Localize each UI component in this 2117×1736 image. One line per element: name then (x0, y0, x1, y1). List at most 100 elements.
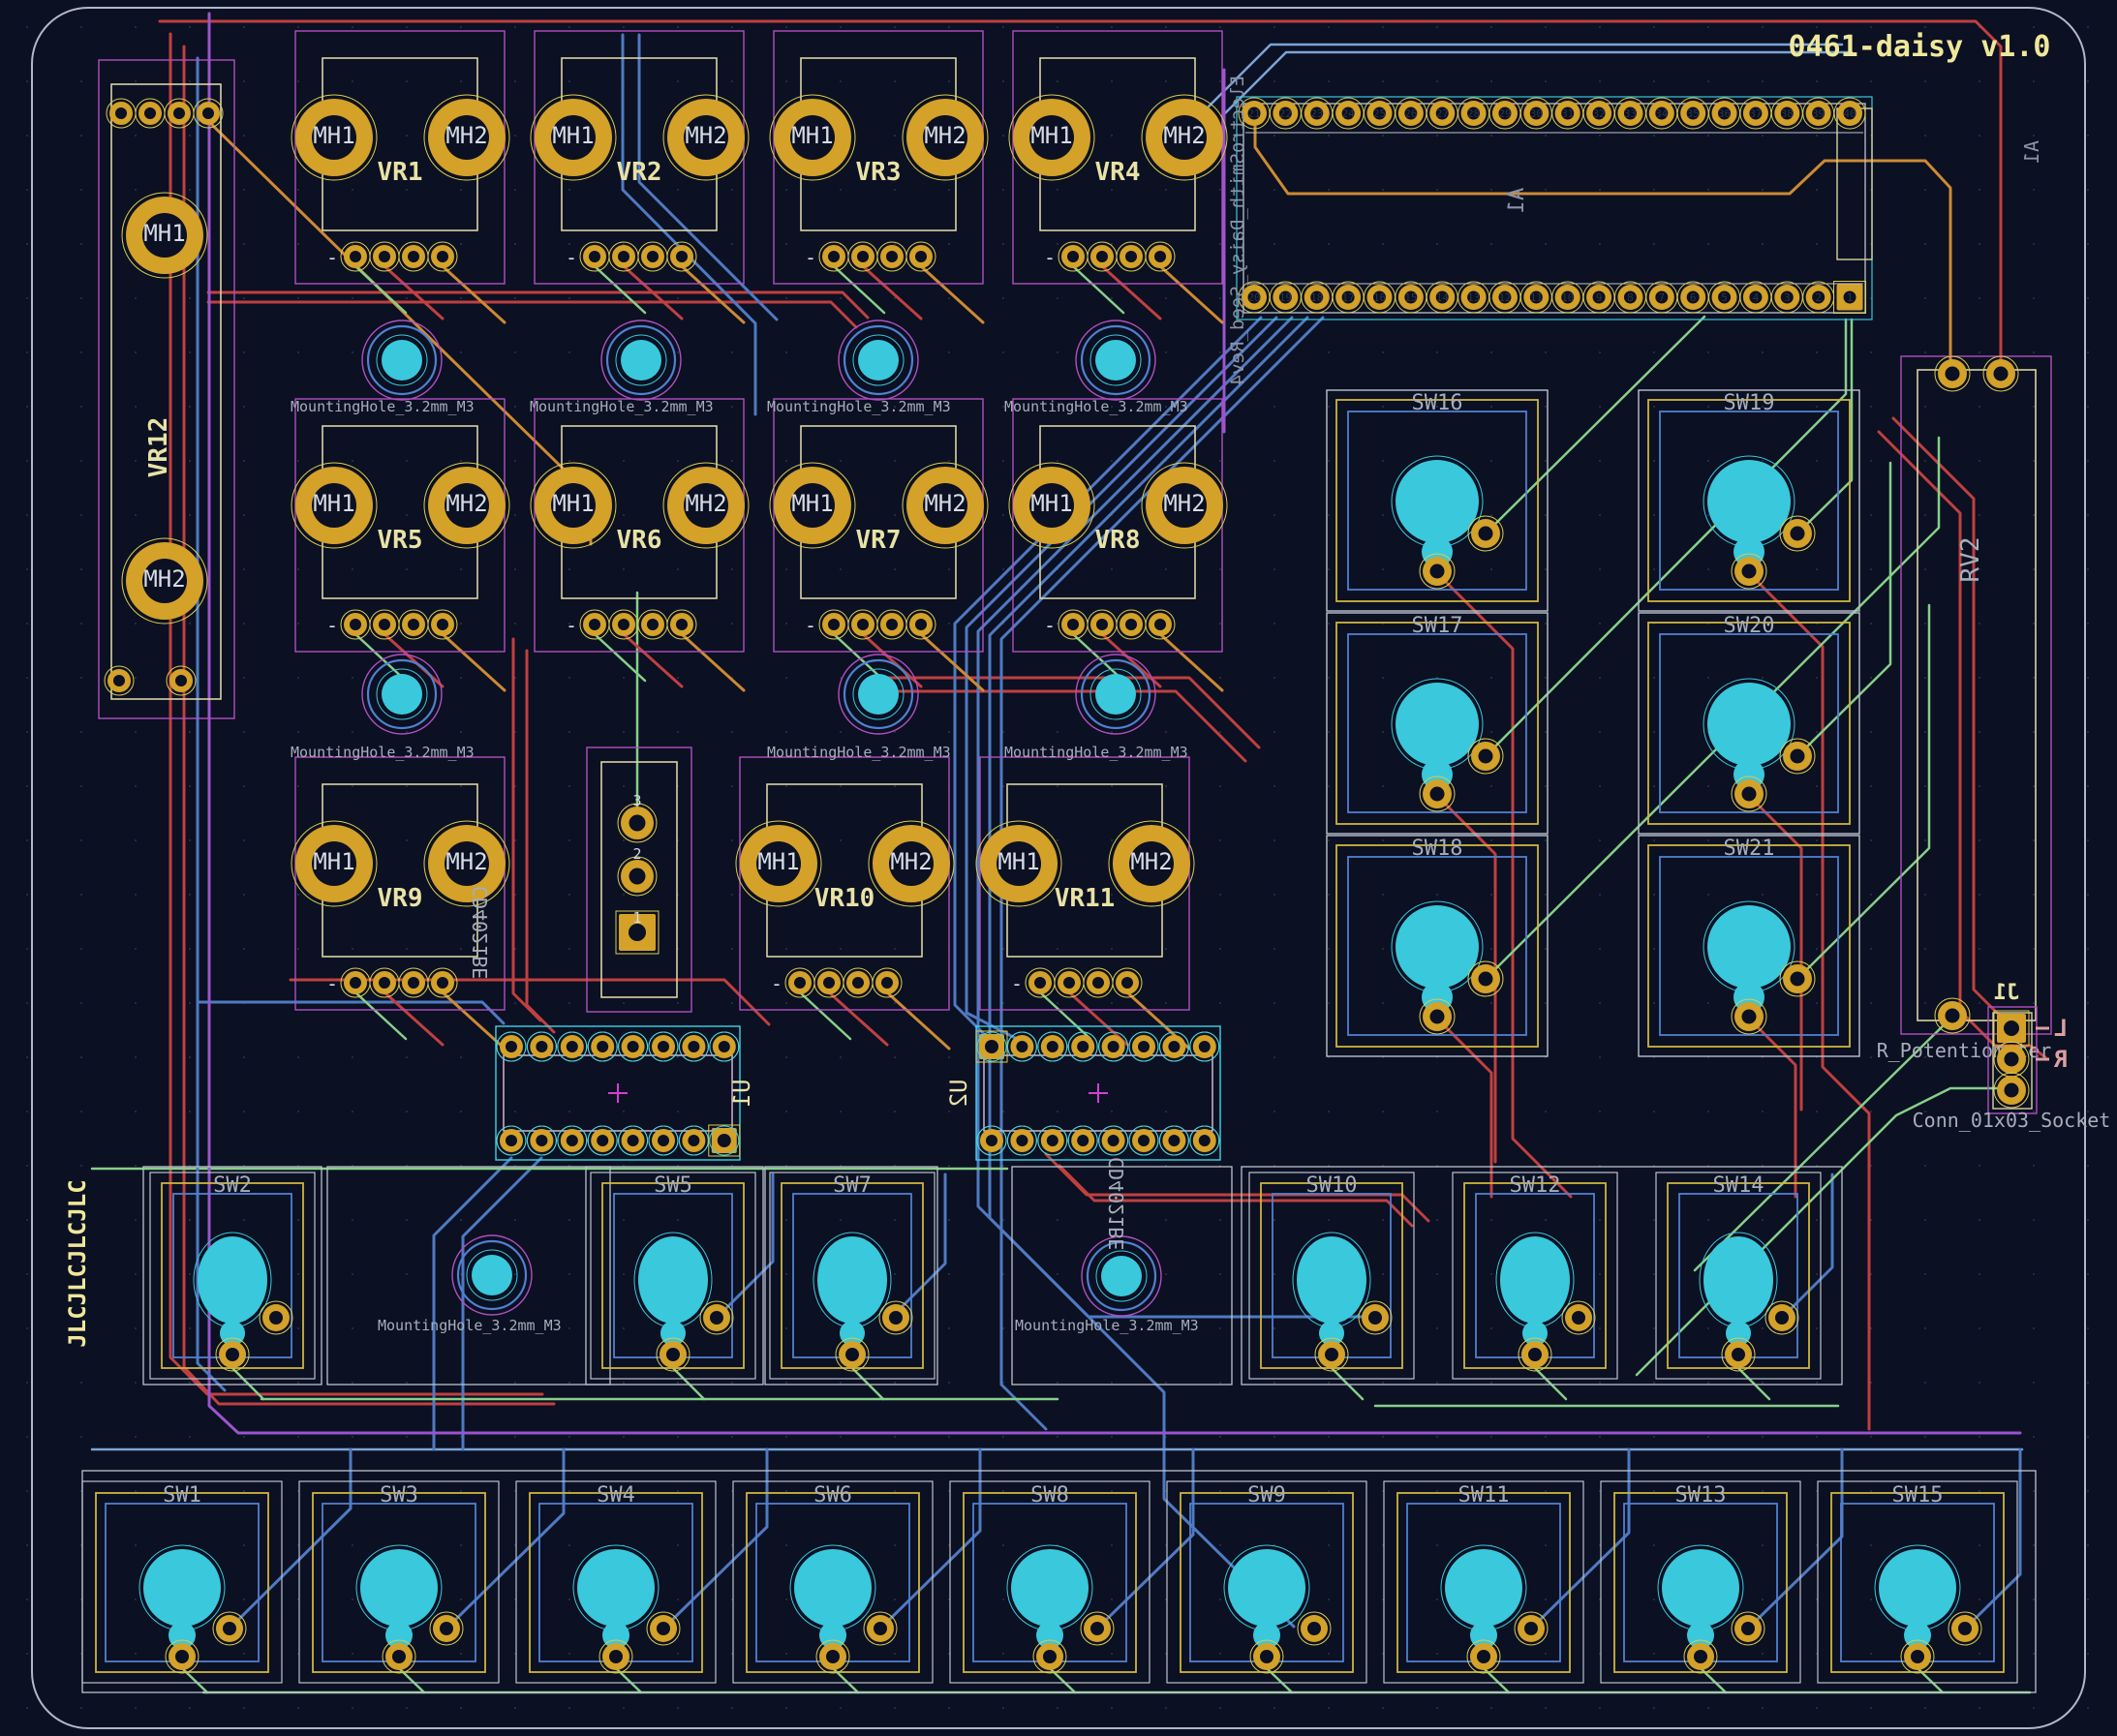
pad[interactable] (1420, 777, 1455, 811)
pad[interactable] (166, 1640, 199, 1673)
pad[interactable] (1983, 356, 2018, 391)
pad[interactable] (1359, 1301, 1392, 1334)
pad[interactable] (1994, 1011, 2029, 1046)
pad[interactable] (194, 99, 223, 128)
hole-fill[interactable] (472, 1255, 512, 1295)
hole-fill[interactable] (621, 340, 661, 381)
pad[interactable] (864, 1612, 897, 1645)
pad[interactable] (877, 242, 906, 271)
pad[interactable] (399, 242, 428, 271)
cap[interactable] (1228, 1549, 1305, 1627)
hole-fill[interactable] (858, 340, 899, 381)
pad[interactable] (1780, 516, 1815, 551)
cap[interactable] (1703, 1236, 1773, 1324)
pad[interactable] (260, 1301, 292, 1334)
pad[interactable] (906, 610, 936, 639)
pad[interactable] (383, 1640, 415, 1673)
pad[interactable] (638, 610, 667, 639)
pad[interactable] (848, 242, 877, 271)
pad[interactable] (341, 242, 370, 271)
pad[interactable] (1468, 516, 1503, 551)
pad[interactable] (906, 242, 936, 271)
cap[interactable] (1445, 1549, 1522, 1627)
pad[interactable] (1468, 739, 1503, 774)
cap[interactable] (1707, 905, 1791, 989)
pad[interactable] (700, 1301, 733, 1334)
hole-fill[interactable] (382, 674, 422, 715)
pad[interactable] (428, 242, 457, 271)
pad[interactable] (1146, 242, 1175, 271)
cap[interactable] (1396, 683, 1479, 766)
pad[interactable] (430, 1612, 463, 1645)
pad[interactable] (618, 804, 657, 842)
pad[interactable] (976, 1031, 1007, 1062)
pad[interactable] (599, 1640, 632, 1673)
pad[interactable] (341, 610, 370, 639)
pad[interactable] (1088, 610, 1117, 639)
pad[interactable] (1420, 554, 1455, 589)
pad[interactable] (1033, 1640, 1066, 1673)
cap[interactable] (638, 1236, 708, 1324)
pad[interactable] (618, 857, 657, 896)
pad[interactable] (819, 242, 848, 271)
pad[interactable] (1515, 1612, 1548, 1645)
pad[interactable] (816, 1640, 849, 1673)
hole-fill[interactable] (1095, 340, 1136, 381)
pad[interactable] (1117, 242, 1146, 271)
pad[interactable] (1935, 998, 1970, 1033)
pad[interactable] (1732, 999, 1766, 1034)
pad[interactable] (1948, 1612, 1981, 1645)
hole-fill[interactable] (1095, 674, 1136, 715)
pad[interactable] (370, 610, 399, 639)
pad[interactable] (819, 610, 848, 639)
pad[interactable] (1113, 968, 1142, 997)
hole-fill[interactable] (1101, 1256, 1142, 1296)
pad[interactable] (1684, 1640, 1717, 1673)
pad[interactable] (1420, 999, 1455, 1034)
cap[interactable] (198, 1236, 267, 1324)
pad[interactable] (580, 242, 609, 271)
pad[interactable] (1722, 1338, 1755, 1371)
pad[interactable] (370, 968, 399, 997)
pad[interactable] (1026, 968, 1055, 997)
cap[interactable] (817, 1236, 887, 1324)
pad[interactable] (1058, 242, 1088, 271)
pad[interactable] (1562, 1301, 1595, 1334)
cap[interactable] (1707, 460, 1791, 543)
cap[interactable] (1297, 1236, 1366, 1324)
pad[interactable] (785, 968, 814, 997)
pad[interactable] (216, 1338, 249, 1371)
hole-fill[interactable] (858, 674, 899, 715)
pad[interactable] (814, 968, 844, 997)
pad[interactable] (1084, 968, 1113, 997)
pad[interactable] (647, 1612, 680, 1645)
pad[interactable] (167, 666, 196, 695)
pad[interactable] (165, 99, 194, 128)
pad[interactable] (580, 610, 609, 639)
pad[interactable] (1315, 1338, 1348, 1371)
pad[interactable] (1081, 1612, 1114, 1645)
pad[interactable] (1250, 1640, 1283, 1673)
pad[interactable] (848, 610, 877, 639)
pad[interactable] (428, 610, 457, 639)
pad[interactable] (667, 242, 696, 271)
cap[interactable] (1707, 683, 1791, 766)
pad[interactable] (1468, 961, 1503, 996)
pad[interactable] (1780, 961, 1815, 996)
pad[interactable] (844, 968, 873, 997)
pad[interactable] (1058, 610, 1088, 639)
cap[interactable] (360, 1549, 438, 1627)
cap[interactable] (1011, 1549, 1089, 1627)
pad[interactable] (879, 1301, 912, 1334)
cap[interactable] (577, 1549, 655, 1627)
pad[interactable] (136, 99, 165, 128)
pad[interactable] (399, 610, 428, 639)
pad[interactable] (1732, 554, 1766, 589)
pad[interactable] (1935, 356, 1970, 391)
pad[interactable] (1901, 1640, 1934, 1673)
pad[interactable] (1994, 1073, 2029, 1108)
pad[interactable] (1765, 1301, 1798, 1334)
pad[interactable] (1519, 1338, 1551, 1371)
cap[interactable] (1396, 460, 1479, 543)
pad[interactable] (213, 1612, 246, 1645)
